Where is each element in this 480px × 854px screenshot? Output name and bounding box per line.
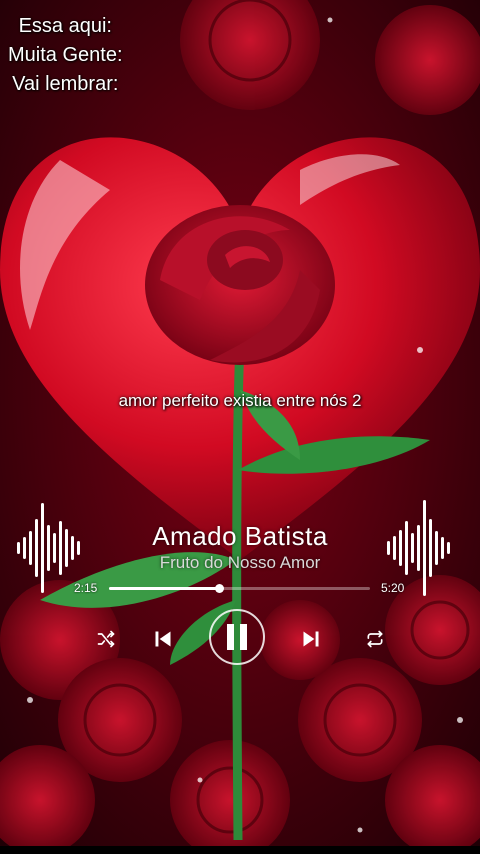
lyric-subtitle: amor perfeito existia entre nós 2 bbox=[118, 391, 362, 410]
progress-knob[interactable] bbox=[214, 584, 224, 593]
track-title: Amado Batista bbox=[152, 521, 328, 551]
total-time: 5:20 bbox=[381, 581, 405, 595]
music-player-screen: Essa aqui: Muita Gente: Vai lembrar: amo… bbox=[0, 0, 480, 854]
next-button[interactable] bbox=[298, 626, 324, 652]
caption-line: Muita Gente: bbox=[8, 44, 123, 66]
track-subtitle: Fruto do Nosso Amor bbox=[159, 553, 321, 572]
skip-next-icon bbox=[303, 631, 319, 647]
repeat-button[interactable] bbox=[363, 627, 387, 651]
repeat-icon bbox=[367, 630, 383, 648]
shuffle-button[interactable] bbox=[94, 627, 118, 651]
skip-previous-icon bbox=[155, 631, 171, 647]
pause-icon bbox=[227, 624, 247, 650]
rose-heart-background bbox=[0, 0, 480, 854]
progress-bar[interactable] bbox=[109, 584, 370, 593]
caption-line: Essa aqui: bbox=[18, 15, 112, 37]
pause-button[interactable] bbox=[209, 609, 265, 665]
overlay-caption: Essa aqui: Muita Gente: Vai lembrar: bbox=[8, 12, 123, 99]
shuffle-icon bbox=[97, 630, 115, 648]
progress-fill bbox=[109, 587, 219, 590]
bottom-edge bbox=[0, 846, 480, 854]
previous-button[interactable] bbox=[150, 626, 176, 652]
caption-line: Vai lembrar: bbox=[12, 73, 119, 95]
current-time: 2:15 bbox=[74, 581, 98, 595]
